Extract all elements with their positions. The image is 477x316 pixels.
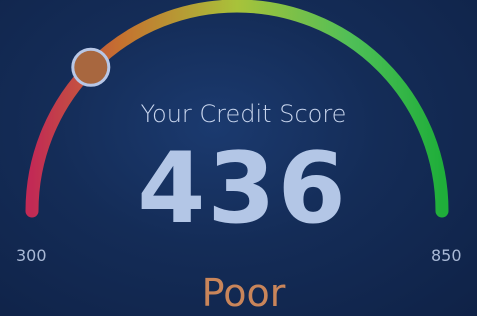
credit-score-value: 436: [137, 132, 348, 246]
gauge-title: Your Credit Score: [140, 100, 347, 128]
score-rating: Poor: [201, 271, 286, 315]
gauge-max-label: 850: [431, 246, 462, 265]
score-indicator-dot: [71, 47, 111, 87]
gauge-min-label: 300: [16, 246, 47, 265]
